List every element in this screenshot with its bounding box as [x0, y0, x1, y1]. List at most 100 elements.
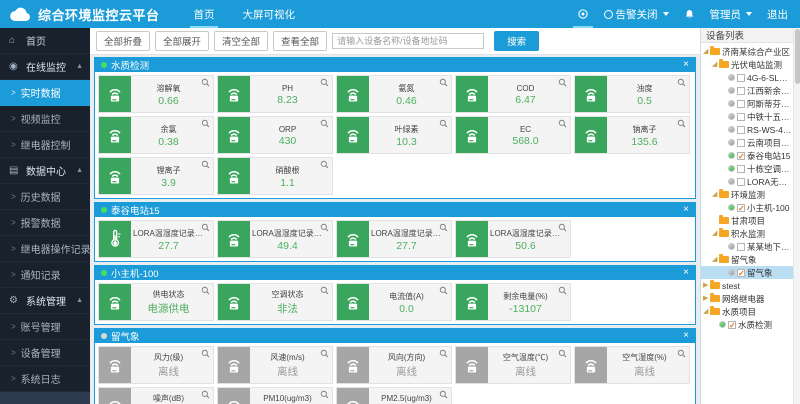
- sidebar-item-11[interactable]: > 账号管理 ▲: [0, 314, 90, 340]
- user-menu[interactable]: 管理员: [710, 0, 753, 28]
- tree-node[interactable]: 甘肃项目: [701, 214, 793, 227]
- zoom-icon[interactable]: [201, 286, 210, 295]
- tree-node[interactable]: 4G-6-SL超低温: [701, 71, 793, 84]
- zoom-icon[interactable]: [320, 286, 329, 295]
- zoom-icon[interactable]: [320, 119, 329, 128]
- checkbox[interactable]: [737, 126, 745, 134]
- checkbox[interactable]: [737, 87, 745, 95]
- tree-node[interactable]: ▶ 网络继电器: [701, 292, 793, 305]
- checkbox[interactable]: [737, 178, 745, 186]
- notifications-bell[interactable]: [684, 0, 695, 28]
- close-icon[interactable]: ×: [683, 268, 689, 278]
- collapse-all-button[interactable]: 全部折叠: [96, 31, 150, 51]
- tree-node[interactable]: ◢ 光伏电站监测: [701, 58, 793, 71]
- tree-node[interactable]: 十栋空调电流采集: [701, 162, 793, 175]
- sidebar-item-3[interactable]: > 视频监控 ▲: [0, 106, 90, 132]
- zoom-icon[interactable]: [677, 119, 686, 128]
- zoom-icon[interactable]: [439, 78, 448, 87]
- caret-icon[interactable]: ◢: [703, 308, 710, 315]
- view-all-button[interactable]: 查看全部: [273, 31, 327, 51]
- checkbox[interactable]: [737, 269, 745, 277]
- zoom-icon[interactable]: [201, 119, 210, 128]
- sidebar-item-6[interactable]: > 历史数据 ▲: [0, 184, 90, 210]
- zoom-icon[interactable]: [320, 349, 329, 358]
- checkbox[interactable]: [737, 74, 745, 82]
- search-button[interactable]: 搜索: [494, 31, 539, 51]
- tree-node[interactable]: ◢ 留气象: [701, 253, 793, 266]
- sidebar-item-2[interactable]: > 实时数据 ▲: [0, 80, 90, 106]
- zoom-icon[interactable]: [558, 119, 567, 128]
- alarm-toggle[interactable]: 告警关闭: [604, 0, 669, 28]
- zoom-icon[interactable]: [558, 349, 567, 358]
- tree-node[interactable]: 阿斯蒂芬气象站: [701, 97, 793, 110]
- tree-node[interactable]: 留气象: [701, 266, 793, 279]
- sidebar-item-7[interactable]: > 报警数据 ▲: [0, 210, 90, 236]
- close-icon[interactable]: ×: [683, 331, 689, 341]
- caret-icon[interactable]: ◢: [712, 61, 719, 68]
- tree-node[interactable]: 水质检测: [701, 318, 793, 331]
- close-icon[interactable]: ×: [683, 60, 689, 70]
- zoom-icon[interactable]: [201, 390, 210, 399]
- checkbox[interactable]: [737, 204, 745, 212]
- checkbox[interactable]: [737, 100, 745, 108]
- tree-node[interactable]: ◢ 环境监测: [701, 188, 793, 201]
- sidebar-item-9[interactable]: > 通知记录 ▲: [0, 262, 90, 288]
- scrollbar-thumb[interactable]: [795, 29, 800, 84]
- caret-icon[interactable]: ◢: [712, 191, 719, 198]
- zoom-icon[interactable]: [439, 119, 448, 128]
- sidebar-item-12[interactable]: > 设备管理 ▲: [0, 340, 90, 366]
- tree-node[interactable]: 泰谷电站15: [701, 149, 793, 162]
- monitor-view-icon[interactable]: [577, 0, 589, 28]
- checkbox[interactable]: [737, 139, 745, 147]
- zoom-icon[interactable]: [320, 223, 329, 232]
- zoom-icon[interactable]: [201, 349, 210, 358]
- sidebar-item-5[interactable]: ▤ > 数据中心 ▲: [0, 158, 90, 184]
- zoom-icon[interactable]: [201, 160, 210, 169]
- tree-node[interactable]: ◢ 积水监测: [701, 227, 793, 240]
- caret-icon[interactable]: ◢: [712, 230, 719, 237]
- zoom-icon[interactable]: [677, 78, 686, 87]
- caret-icon[interactable]: ◢: [703, 48, 710, 55]
- zoom-icon[interactable]: [439, 223, 448, 232]
- zoom-icon[interactable]: [439, 286, 448, 295]
- expand-all-button[interactable]: 全部展开: [155, 31, 209, 51]
- zoom-icon[interactable]: [439, 349, 448, 358]
- logout-button[interactable]: 退出: [767, 0, 788, 28]
- close-icon[interactable]: ×: [683, 205, 689, 215]
- checkbox[interactable]: [728, 321, 736, 329]
- nav-home[interactable]: 首页: [180, 0, 229, 28]
- zoom-icon[interactable]: [320, 160, 329, 169]
- caret-icon[interactable]: ◢: [712, 256, 719, 263]
- sidebar-item-10[interactable]: ⚙ > 系统管理 ▲: [0, 288, 90, 314]
- zoom-icon[interactable]: [201, 78, 210, 87]
- tree-node[interactable]: 中铁十五局光伏电站: [701, 110, 793, 123]
- sidebar-item-4[interactable]: > 继电器控制 ▲: [0, 132, 90, 158]
- tree-node[interactable]: 小主机-100: [701, 201, 793, 214]
- tree-node[interactable]: 云南项目温湿度记录: [701, 136, 793, 149]
- sidebar-item-1[interactable]: ◉ > 在线监控 ▲: [0, 54, 90, 80]
- clear-all-button[interactable]: 清空全部: [214, 31, 268, 51]
- checkbox[interactable]: [737, 165, 745, 173]
- zoom-icon[interactable]: [558, 286, 567, 295]
- zoom-icon[interactable]: [320, 78, 329, 87]
- tree-node[interactable]: ◢ 水质项目: [701, 305, 793, 318]
- nav-bigscreen[interactable]: 大屏可视化: [229, 0, 310, 28]
- tree-node[interactable]: ◢ 济南某综合产业区: [701, 45, 793, 58]
- sidebar-item-0[interactable]: ⌂ > 首页 ▲: [0, 28, 90, 54]
- checkbox[interactable]: [737, 243, 745, 251]
- search-input[interactable]: [332, 33, 484, 49]
- sidebar-item-13[interactable]: > 系统日志 ▲: [0, 366, 90, 392]
- checkbox[interactable]: [737, 152, 745, 160]
- zoom-icon[interactable]: [201, 223, 210, 232]
- zoom-icon[interactable]: [320, 390, 329, 399]
- scrollbar[interactable]: [793, 28, 800, 404]
- checkbox[interactable]: [737, 113, 745, 121]
- sidebar-item-8[interactable]: > 继电器操作记录 ▲: [0, 236, 90, 262]
- caret-icon[interactable]: ▶: [703, 282, 710, 289]
- zoom-icon[interactable]: [439, 390, 448, 399]
- tree-node[interactable]: 某某地下管廊积水监测: [701, 240, 793, 253]
- zoom-icon[interactable]: [558, 223, 567, 232]
- zoom-icon[interactable]: [558, 78, 567, 87]
- zoom-icon[interactable]: [677, 349, 686, 358]
- tree-node[interactable]: LORA无线采集监控: [701, 175, 793, 188]
